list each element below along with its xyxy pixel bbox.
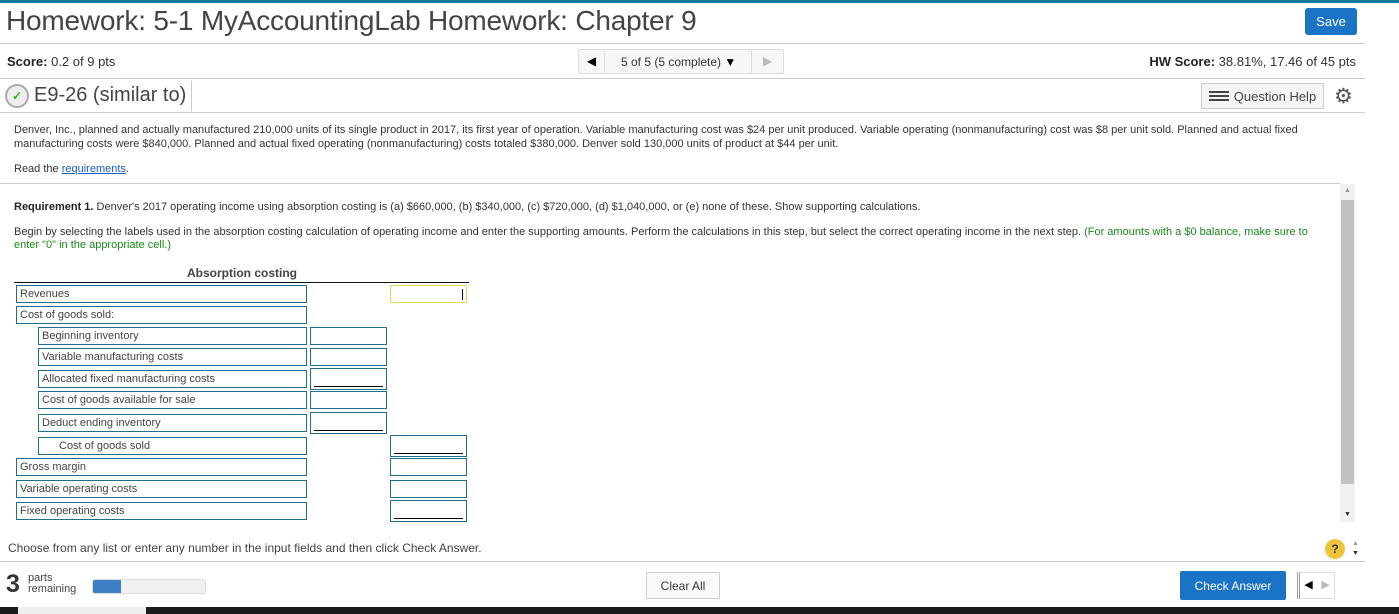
problem-statement: Denver, Inc., planned and actually manuf… [14, 124, 1298, 150]
question-title: E9-26 (similar to) [34, 84, 187, 106]
question-navigator: ◀ 5 of 5 (5 complete) ▼ ▶ [578, 49, 784, 74]
hw-score-value: 38.81%, 17.46 of 45 pts [1218, 54, 1356, 69]
read-requirements: Read the requirements. [14, 163, 129, 175]
beginning-inventory-input[interactable] [310, 327, 387, 345]
table-heading: Absorption costing [187, 266, 297, 280]
parts-label-2: remaining [28, 583, 77, 595]
scroll-up-icon[interactable]: ▲ [1352, 540, 1359, 547]
save-button[interactable]: Save [1305, 8, 1357, 35]
requirement-text: Requirement 1. Denver's 2017 operating i… [14, 201, 920, 213]
cost-of-goods-sold-input[interactable] [390, 435, 467, 457]
question-selector-label: 5 of 5 (5 complete) [621, 54, 722, 69]
list-icon [1208, 91, 1229, 101]
question-help-label: Question Help [1233, 88, 1317, 104]
label-select-allocated-fixed-manufacturing[interactable]: Allocated fixed manufacturing costs [38, 370, 307, 388]
label-select-ending-inventory[interactable]: Deduct ending inventory [38, 414, 307, 432]
footer-instruction: Choose from any list or enter any number… [8, 541, 482, 555]
dropdown-triangle-icon: ▼ [724, 54, 737, 69]
gear-icon[interactable]: ⚙ [1334, 84, 1353, 109]
label-select-gross-margin[interactable]: Gross margin [16, 458, 307, 476]
label-select-cost-of-goods-sold-header[interactable]: Cost of goods sold: [16, 306, 307, 324]
requirements-link[interactable]: requirements [62, 163, 126, 175]
question-selector[interactable]: 5 of 5 (5 complete) ▼ [605, 55, 751, 69]
divider [191, 81, 192, 111]
bottom-band [0, 607, 1399, 614]
label-select-cost-of-goods-sold[interactable]: Cost of goods sold [38, 437, 307, 455]
divider [0, 112, 1365, 113]
label-select-variable-manufacturing[interactable]: Variable manufacturing costs [38, 348, 307, 366]
question-help-button[interactable]: Question Help [1201, 83, 1324, 109]
gross-margin-input[interactable] [390, 458, 467, 476]
revenues-amount-input[interactable] [390, 285, 467, 303]
allocated-fixed-manufacturing-input[interactable] [310, 368, 387, 390]
instructions: Begin by selecting the labels used in th… [14, 226, 1329, 252]
help-icon[interactable]: ? [1325, 539, 1345, 559]
scrollbar-thumb[interactable] [1341, 200, 1354, 484]
hw-score: HW Score: 38.81%, 17.46 of 45 pts [1149, 54, 1356, 69]
top-accent-bar [0, 0, 1399, 3]
next-part-icon[interactable]: ▶ [1317, 573, 1334, 598]
previous-part-icon[interactable]: ◀ [1300, 573, 1317, 598]
instructions-text: Begin by selecting the labels used in th… [14, 226, 1085, 238]
variable-operating-input[interactable] [390, 480, 467, 498]
score: Score: 0.2 of 9 pts [7, 54, 115, 69]
label-select-beginning-inventory[interactable]: Beginning inventory [38, 327, 307, 345]
read-suffix: . [125, 163, 129, 175]
bottom-band-segment [18, 607, 146, 614]
requirement-body: Denver's 2017 operating income using abs… [93, 201, 921, 213]
scroll-down-icon[interactable]: ▼ [1344, 511, 1351, 518]
page-title: Homework: 5-1 MyAccountingLab Homework: … [6, 5, 697, 36]
parts-remaining-label: parts remaining [28, 573, 76, 595]
scroll-down-icon[interactable]: ▼ [1352, 550, 1359, 557]
label-select-revenues[interactable]: Revenues [16, 285, 307, 303]
parts-progress-bar [92, 579, 206, 594]
partial-credit-icon: ✓ [5, 84, 29, 108]
divider [0, 43, 1365, 44]
fixed-operating-input[interactable] [390, 500, 467, 522]
score-label: Score: [7, 54, 48, 69]
divider [0, 561, 1365, 562]
clear-all-button[interactable]: Clear All [646, 572, 720, 599]
goods-available-input[interactable] [310, 391, 387, 409]
variable-manufacturing-input[interactable] [310, 348, 387, 366]
read-prefix: Read the [14, 163, 62, 175]
requirement-title: Requirement 1. [14, 201, 94, 213]
label-select-variable-operating[interactable]: Variable operating costs [16, 480, 307, 498]
label-select-goods-available[interactable]: Cost of goods available for sale [38, 391, 307, 409]
divider [0, 183, 1340, 184]
label-select-fixed-operating[interactable]: Fixed operating costs [16, 502, 307, 520]
table-heading-rule [14, 282, 469, 283]
scroll-up-icon[interactable]: ▲ [1344, 187, 1351, 194]
ending-inventory-input[interactable] [310, 412, 387, 434]
progress-fill [93, 580, 121, 593]
check-answer-button[interactable]: Check Answer [1180, 571, 1286, 600]
divider [0, 78, 1365, 79]
hw-score-label: HW Score: [1149, 54, 1216, 69]
previous-question-icon[interactable]: ◀ [579, 50, 605, 73]
score-value: 0.2 of 9 pts [51, 54, 116, 69]
part-navigator: ◀ ▶ [1297, 572, 1335, 599]
parts-remaining-count: 3 [6, 570, 20, 598]
next-question-icon[interactable]: ▶ [751, 50, 783, 73]
